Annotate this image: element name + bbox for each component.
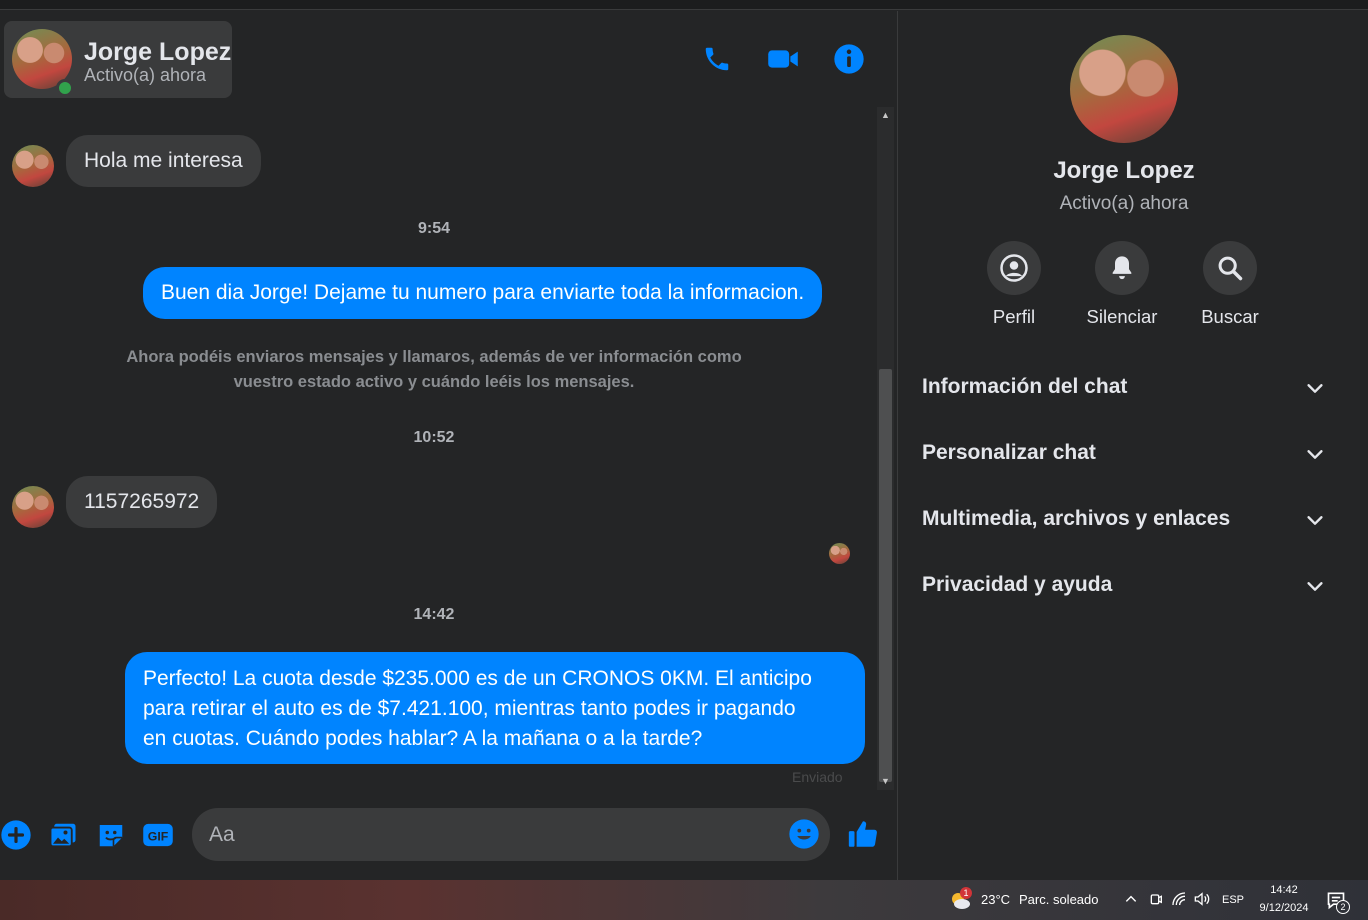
clock-date[interactable]: 9/12/2024 bbox=[1254, 902, 1314, 914]
window-top-border bbox=[0, 0, 1368, 10]
chevron-down-icon bbox=[1307, 582, 1323, 591]
page-scrollbar[interactable] bbox=[1352, 11, 1368, 880]
chevron-down-icon bbox=[1307, 516, 1323, 525]
read-receipt-avatar bbox=[829, 543, 850, 564]
info-icon[interactable] bbox=[832, 42, 866, 76]
chevron-up-icon[interactable] bbox=[1124, 892, 1138, 906]
system-notice-line: vuestro estado activo y cuándo leéis los… bbox=[233, 373, 635, 391]
scroll-down-arrow[interactable]: ▼ bbox=[877, 774, 894, 788]
search-button[interactable]: Buscar bbox=[1175, 241, 1285, 328]
sticker-icon[interactable] bbox=[94, 818, 128, 852]
message-line: Perfecto! La cuota desde $235.000 es de … bbox=[143, 667, 812, 690]
section-title: Personalizar chat bbox=[922, 441, 1096, 464]
weather-badge: 1 bbox=[960, 887, 972, 899]
message-sent-status: Enviado bbox=[792, 769, 843, 785]
profile-name: Jorge Lopez bbox=[1053, 157, 1195, 184]
notifications-icon[interactable]: 2 bbox=[1326, 890, 1350, 914]
header-contact-status: Activo(a) ahora bbox=[84, 65, 207, 85]
section-title: Multimedia, archivos y enlaces bbox=[922, 507, 1231, 530]
messages-scrollbar-thumb[interactable] bbox=[879, 369, 892, 782]
incoming-message[interactable]: 1157265972 bbox=[66, 476, 218, 528]
message-timestamp: 14:42 bbox=[413, 606, 455, 623]
messenger-window: Jorge Lopez Activo(a) ahora ▲ ▼ Hola me … bbox=[0, 0, 1368, 880]
mute-button-label: Silenciar bbox=[1086, 306, 1158, 327]
video-camera-icon[interactable] bbox=[766, 42, 800, 76]
search-button-label: Buscar bbox=[1201, 306, 1259, 327]
profile-avatar-large[interactable] bbox=[1070, 35, 1178, 143]
message-timestamp: 10:52 bbox=[413, 429, 455, 446]
mute-button[interactable]: Silenciar bbox=[1067, 241, 1177, 328]
message-input[interactable] bbox=[209, 808, 769, 861]
section-customize-chat[interactable]: Personalizar chat bbox=[898, 427, 1350, 483]
section-title: Información del chat bbox=[922, 375, 1128, 398]
emoji-icon[interactable] bbox=[788, 818, 822, 852]
system-notice: Ahora podéis enviaros mensajes y llamaro… bbox=[100, 345, 768, 395]
volume-icon[interactable] bbox=[1193, 891, 1211, 907]
phone-icon[interactable] bbox=[700, 42, 734, 76]
profile-button-label: Perfil bbox=[992, 306, 1036, 327]
bell-icon bbox=[1095, 241, 1149, 295]
weather-description[interactable]: Parc. soleado bbox=[1019, 892, 1099, 907]
scroll-up-arrow[interactable]: ▲ bbox=[877, 108, 894, 122]
conversation-info-panel: Jorge Lopez Activo(a) ahora Perfil Silen… bbox=[898, 11, 1368, 880]
wifi-icon[interactable] bbox=[1171, 891, 1187, 907]
notifications-count: 2 bbox=[1336, 900, 1350, 914]
contact-message-avatar[interactable] bbox=[12, 486, 54, 528]
plus-icon[interactable] bbox=[0, 818, 33, 852]
section-privacy-help[interactable]: Privacidad y ayuda bbox=[898, 559, 1350, 615]
search-icon bbox=[1203, 241, 1257, 295]
section-chat-info[interactable]: Información del chat bbox=[898, 361, 1350, 417]
weather-icon[interactable]: 1 bbox=[948, 887, 972, 912]
contact-message-avatar[interactable] bbox=[12, 145, 54, 187]
message-line: para retirar el auto es de $7.421.100, m… bbox=[143, 697, 796, 720]
conversation-header-contact[interactable]: Jorge Lopez Activo(a) ahora bbox=[4, 21, 232, 98]
svg-text:GIF: GIF bbox=[148, 830, 169, 844]
system-notice-line: Ahora podéis enviaros mensajes y llamaro… bbox=[126, 348, 742, 366]
profile-icon bbox=[987, 241, 1041, 295]
language-indicator[interactable]: ESP bbox=[1222, 894, 1244, 906]
like-icon[interactable] bbox=[846, 817, 880, 851]
message-line: en cuotas. Cuándo podes hablar? A la mañ… bbox=[143, 727, 703, 750]
outgoing-message[interactable]: Buen dia Jorge! Dejame tu numero para en… bbox=[143, 267, 823, 319]
gallery-icon[interactable] bbox=[46, 818, 80, 852]
online-status-dot bbox=[56, 79, 74, 97]
message-input-container[interactable] bbox=[192, 808, 830, 861]
meet-now-icon[interactable] bbox=[1148, 891, 1164, 907]
section-media-files-links[interactable]: Multimedia, archivos y enlaces bbox=[898, 493, 1350, 549]
chevron-down-icon bbox=[1307, 384, 1323, 393]
profile-status: Activo(a) ahora bbox=[1059, 193, 1189, 214]
clock-time[interactable]: 14:42 bbox=[1254, 884, 1314, 896]
windows-taskbar: 1 23°C Parc. soleado ESP 14:42 9/12/2024… bbox=[0, 880, 1368, 920]
outgoing-message[interactable]: Perfecto! La cuota desde $235.000 es de … bbox=[125, 652, 865, 764]
chat-panel: Jorge Lopez Activo(a) ahora ▲ ▼ Hola me … bbox=[0, 11, 897, 880]
gif-icon[interactable]: GIF bbox=[141, 818, 175, 852]
header-contact-name: Jorge Lopez bbox=[84, 38, 232, 66]
incoming-message[interactable]: Hola me interesa bbox=[66, 135, 261, 187]
section-title: Privacidad y ayuda bbox=[922, 573, 1113, 596]
weather-temperature[interactable]: 23°C bbox=[981, 892, 1010, 907]
message-timestamp: 9:54 bbox=[417, 220, 451, 237]
profile-button[interactable]: Perfil bbox=[959, 241, 1069, 328]
chevron-down-icon bbox=[1307, 450, 1323, 459]
